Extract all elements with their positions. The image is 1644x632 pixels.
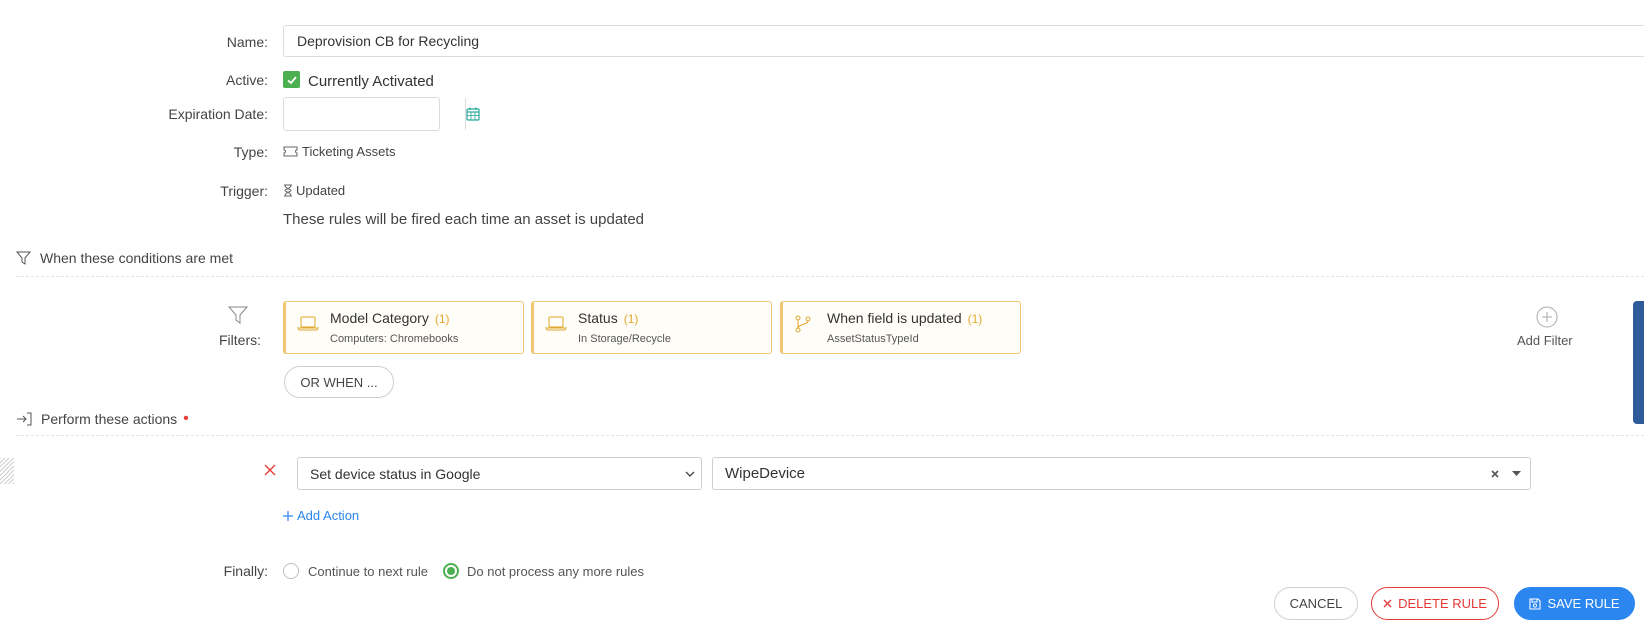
actions-divider — [16, 435, 1644, 436]
radio-continue-label: Continue to next rule — [308, 564, 428, 579]
name-input[interactable] — [283, 25, 1644, 57]
add-action-label: Add Action — [297, 508, 360, 523]
conditions-divider — [16, 276, 1644, 277]
filter-card-model-category[interactable]: Model Category (1) Computers: Chromebooks — [283, 301, 524, 354]
delete-rule-button[interactable]: DELETE RULE — [1371, 587, 1499, 620]
required-indicator: • — [183, 410, 189, 427]
filter-card-status[interactable]: Status (1) In Storage/Recycle — [531, 301, 772, 354]
save-rule-button[interactable]: SAVE RULE — [1514, 587, 1635, 620]
filter-card-count: (1) — [623, 312, 639, 326]
save-rule-label: SAVE RULE — [1547, 596, 1620, 611]
action-type-select[interactable]: Set device status in Google — [297, 457, 702, 490]
add-action-link[interactable]: Add Action — [283, 508, 359, 523]
active-checkbox[interactable] — [283, 71, 300, 88]
finally-label: Finally: — [223, 563, 268, 579]
trigger-label: Trigger: — [220, 183, 268, 199]
type-label: Type: — [233, 144, 268, 160]
delete-rule-label: DELETE RULE — [1398, 596, 1487, 611]
caret-down-icon — [1512, 471, 1521, 476]
expiration-label: Expiration Date: — [168, 106, 268, 122]
filter-card-subtitle: Computers: Chromebooks — [330, 333, 459, 345]
type-value-text: Ticketing Assets — [302, 144, 396, 159]
filter-card-title: Status (1) — [578, 310, 639, 326]
checkmark-icon — [286, 75, 297, 84]
calendar-button[interactable] — [465, 98, 480, 130]
active-text: Currently Activated — [308, 73, 434, 90]
filter-card-field-updated[interactable]: When field is updated (1) AssetStatusType… — [780, 301, 1021, 354]
action-type-value: Set device status in Google — [310, 465, 481, 482]
chevron-down-icon — [685, 471, 695, 477]
conditions-title-text: When these conditions are met — [40, 250, 233, 266]
trigger-value: Updated — [283, 183, 345, 198]
branch-icon — [795, 315, 811, 333]
close-icon — [1383, 599, 1392, 608]
funnel-icon — [16, 251, 31, 265]
trigger-note: These rules will be fired each time an a… — [283, 211, 645, 228]
filters-label: Filters: — [219, 332, 261, 348]
laptop-icon — [545, 316, 567, 331]
plus-circle-icon — [1536, 306, 1558, 328]
type-value: Ticketing Assets — [283, 144, 395, 159]
filters-funnel-icon — [228, 306, 248, 324]
filter-card-title: When field is updated (1) — [827, 310, 983, 326]
radio-continue[interactable] — [283, 563, 299, 579]
clear-icon[interactable] — [1491, 470, 1499, 478]
conditions-section-title: When these conditions are met — [16, 250, 233, 266]
name-label: Name: — [226, 34, 268, 50]
cancel-button[interactable]: CANCEL — [1274, 587, 1358, 620]
radio-stop[interactable] — [443, 563, 459, 579]
trigger-value-text: Updated — [296, 183, 346, 198]
hourglass-icon — [284, 184, 292, 197]
expiration-date-input[interactable] — [284, 98, 465, 130]
add-filter-label: Add Filter — [1517, 333, 1573, 348]
active-label: Active: — [225, 72, 268, 88]
add-filter-button[interactable]: Add Filter — [1510, 306, 1584, 350]
calendar-icon — [466, 107, 480, 121]
filter-card-subtitle: AssetStatusTypeId — [827, 333, 919, 345]
drag-handle[interactable] — [0, 458, 14, 484]
filter-card-title: Model Category (1) — [330, 310, 450, 326]
remove-action-icon[interactable] — [264, 464, 276, 476]
filter-card-count: (1) — [434, 312, 450, 326]
ticket-icon — [283, 146, 298, 157]
save-icon — [1529, 597, 1542, 610]
filter-card-count: (1) — [967, 312, 983, 326]
cancel-label: CANCEL — [1289, 596, 1343, 611]
expiration-date-group — [283, 97, 480, 131]
actions-title-text: Perform these actions — [41, 411, 178, 427]
action-value-select[interactable]: WipeDevice — [712, 457, 1531, 490]
side-panel-tab[interactable] — [1633, 301, 1644, 424]
or-when-button[interactable]: OR WHEN ... — [284, 366, 394, 398]
plus-icon — [283, 510, 293, 521]
sign-in-icon — [17, 412, 32, 426]
actions-section-title: Perform these actions • — [16, 410, 189, 428]
laptop-icon — [297, 316, 319, 331]
action-value-text: WipeDevice — [725, 465, 806, 482]
radio-stop-label: Do not process any more rules — [467, 564, 645, 579]
filter-card-subtitle: In Storage/Recycle — [578, 333, 671, 345]
